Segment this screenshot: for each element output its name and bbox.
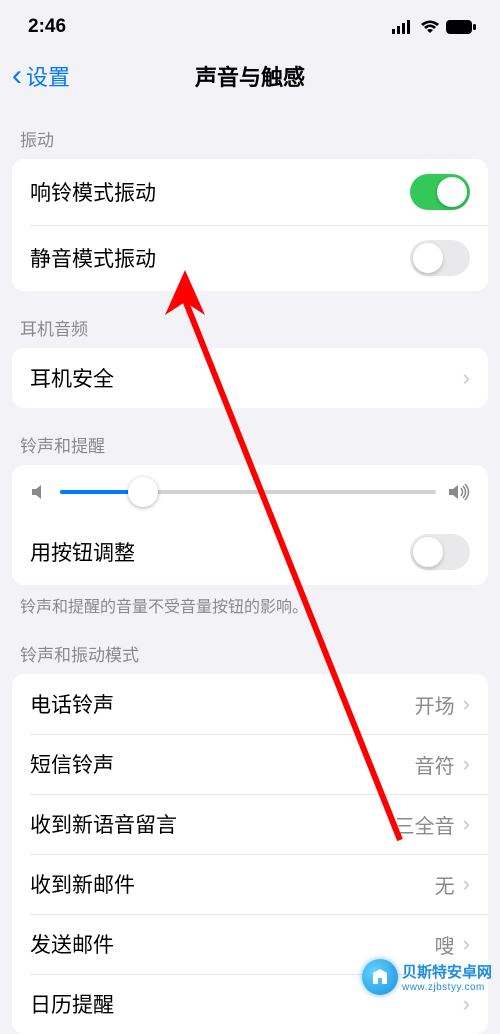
volume-high-icon	[448, 483, 470, 501]
row-vibrate-on-silent[interactable]: 静音模式振动	[12, 225, 488, 291]
row-label: 用按钮调整	[30, 537, 135, 567]
row-value: 三全音	[395, 810, 455, 839]
row-change-with-buttons[interactable]: 用按钮调整	[12, 519, 488, 585]
section-header-ringer: 铃声和提醒	[0, 408, 500, 465]
group-ringer: 用按钮调整	[12, 465, 488, 585]
row-label: 发送邮件	[30, 929, 114, 959]
group-vibration: 响铃模式振动 静音模式振动	[12, 159, 488, 291]
chevron-right-icon: ›	[463, 871, 470, 897]
row-headphone-safety[interactable]: 耳机安全 ›	[12, 348, 488, 408]
group-headphone: 耳机安全 ›	[12, 348, 488, 408]
section-note-ringer: 铃声和提醒的音量不受音量按钮的影响。	[0, 585, 500, 617]
row-label: 电话铃声	[30, 689, 114, 719]
section-header-headphone: 耳机音频	[0, 291, 500, 348]
row-ringtone[interactable]: 电话铃声 开场 ›	[12, 674, 488, 734]
section-header-vibration: 振动	[0, 102, 500, 159]
chevron-right-icon: ›	[463, 751, 470, 777]
row-label: 收到新语音留言	[30, 809, 177, 839]
status-time: 2:46	[28, 16, 66, 38]
volume-low-icon	[30, 483, 48, 501]
row-text-tone[interactable]: 短信铃声 音符 ›	[12, 734, 488, 794]
row-value: 开场	[415, 690, 455, 719]
row-volume-slider[interactable]	[12, 465, 488, 519]
row-label: 短信铃声	[30, 749, 114, 779]
wifi-icon	[420, 20, 440, 34]
row-value: 嗖	[435, 930, 455, 959]
watermark-url: www.zjbstyy.com	[402, 982, 492, 993]
chevron-right-icon: ›	[463, 365, 470, 391]
nav-back-button[interactable]: ‹ 设置	[12, 60, 70, 92]
status-bar: 2:46	[0, 0, 500, 50]
row-label: 响铃模式振动	[30, 177, 156, 207]
toggle-vibrate-on-ring[interactable]	[410, 174, 470, 210]
row-value: 无	[435, 870, 455, 899]
watermark-icon	[362, 959, 398, 995]
row-label: 收到新邮件	[30, 869, 135, 899]
chevron-right-icon: ›	[463, 691, 470, 717]
battery-icon	[446, 20, 476, 34]
cellular-icon	[392, 20, 414, 34]
row-label: 静音模式振动	[30, 243, 156, 273]
chevron-right-icon: ›	[463, 931, 470, 957]
row-value: 音符	[415, 750, 455, 779]
section-header-patterns: 铃声和振动模式	[0, 617, 500, 674]
volume-slider[interactable]	[60, 490, 436, 494]
row-label: 耳机安全	[30, 363, 114, 393]
row-new-mail[interactable]: 收到新邮件 无 ›	[12, 854, 488, 914]
row-label: 日历提醒	[30, 989, 114, 1019]
watermark-text: 贝斯特安卓网	[402, 961, 492, 982]
nav-bar: ‹ 设置 声音与触感	[0, 50, 500, 102]
toggle-vibrate-on-silent[interactable]	[410, 240, 470, 276]
back-chevron-icon: ‹	[12, 61, 22, 91]
nav-back-label: 设置	[26, 60, 70, 92]
toggle-change-with-buttons[interactable]	[410, 534, 470, 570]
status-icons	[392, 20, 476, 34]
watermark: 贝斯特安卓网 www.zjbstyy.com	[362, 959, 492, 995]
nav-title: 声音与触感	[195, 60, 305, 92]
chevron-right-icon: ›	[463, 811, 470, 837]
row-new-voicemail[interactable]: 收到新语音留言 三全音 ›	[12, 794, 488, 854]
row-vibrate-on-ring[interactable]: 响铃模式振动	[12, 159, 488, 225]
